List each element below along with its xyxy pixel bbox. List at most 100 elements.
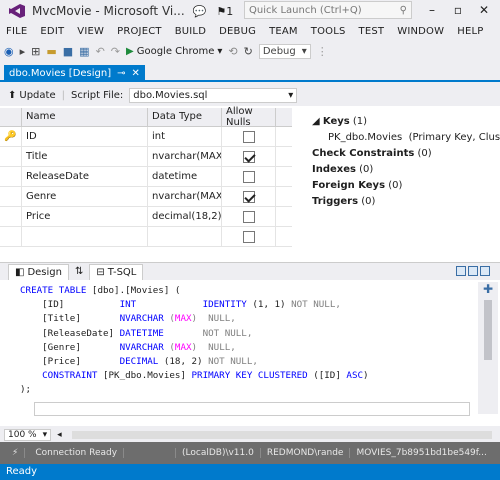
column-name-cell[interactable] <box>22 226 148 247</box>
keys-item[interactable]: ◢ Keys (1) <box>312 116 500 132</box>
tab-dbo-movies-design[interactable]: dbo.Movies [Design] ⊸ ✕ <box>4 65 145 82</box>
column-name-cell[interactable]: ReleaseDate <box>22 166 148 187</box>
menu-help[interactable]: HELP <box>457 26 483 37</box>
tab-design[interactable]: ◧ Design <box>8 263 69 280</box>
split-horizontal-icon[interactable] <box>468 266 478 276</box>
editor-horizontal-scrollbar[interactable] <box>71 431 492 439</box>
new-project-icon[interactable]: ⊞ <box>31 45 40 58</box>
expand-icon[interactable]: ◢ <box>312 116 320 127</box>
redo-icon[interactable]: ↷ <box>111 45 120 58</box>
foreign-keys-label: Foreign Keys <box>312 180 386 191</box>
toolbar-overflow-icon[interactable]: ⋮ <box>317 45 328 58</box>
zoom-bar: 100 % ▾ ◂ <box>0 428 500 442</box>
sql-line-2: [ID] INT IDENTITY (1, 1) NOT NULL, <box>20 299 341 311</box>
play-icon: ▶ <box>126 45 134 57</box>
sql-line-6: [Price] DECIMAL (18, 2) NOT NULL, <box>20 356 258 368</box>
data-type-cell[interactable]: datetime <box>148 166 222 187</box>
row-selector[interactable] <box>0 226 22 247</box>
table-row[interactable]: Title nvarchar(MAX) <box>0 146 292 167</box>
menu-project[interactable]: PROJECT <box>117 26 162 37</box>
triggers-item[interactable]: Triggers (0) <box>312 196 500 212</box>
split-vertical-icon[interactable] <box>456 266 466 276</box>
editor-vertical-scrollbar[interactable]: ✚ <box>478 282 498 414</box>
allow-nulls-checkbox[interactable] <box>242 170 255 183</box>
tsql-editor[interactable]: CREATE TABLE [dbo].[Movies] ( [ID] INT I… <box>0 282 476 402</box>
column-name-cell[interactable]: Price <box>22 206 148 227</box>
quick-launch-input[interactable]: Quick Launch (Ctrl+Q) ⚲ <box>244 1 412 19</box>
allow-nulls-checkbox[interactable] <box>242 190 255 203</box>
menu-debug[interactable]: DEBUG <box>219 26 256 37</box>
menu-view[interactable]: VIEW <box>77 26 104 37</box>
menu-window[interactable]: WINDOW <box>397 26 444 37</box>
swap-panes-button[interactable]: ⇅ <box>69 264 89 280</box>
view-layout-buttons <box>456 266 490 276</box>
allow-nulls-checkbox[interactable] <box>242 210 255 223</box>
check-constraints-item[interactable]: Check Constraints (0) <box>312 148 500 164</box>
table-row[interactable]: 🔑 ID int <box>0 126 292 147</box>
refresh-icon[interactable]: ↻ <box>244 45 253 58</box>
add-icon[interactable]: ✚ <box>478 282 498 296</box>
zoom-dropdown[interactable]: 100 % ▾ <box>4 429 52 441</box>
row-selector[interactable] <box>0 206 22 227</box>
row-selector[interactable] <box>0 186 22 207</box>
visual-studio-logo-icon <box>8 3 26 19</box>
data-type-cell[interactable]: nvarchar(MAX) <box>148 146 222 167</box>
collapse-pane-icon[interactable] <box>480 266 490 276</box>
row-header-corner <box>0 108 22 126</box>
table-row[interactable]: Genre nvarchar(MAX) <box>0 186 292 207</box>
menu-tools[interactable]: TOOLS <box>311 26 346 37</box>
sql-line-8: ); <box>20 384 32 396</box>
update-button[interactable]: ⬆ Update <box>8 90 56 101</box>
configuration-dropdown[interactable]: Debug ▾ <box>258 43 311 59</box>
menu-file[interactable]: FILE <box>6 26 27 37</box>
sql-line-5: [Genre] NVARCHAR (MAX) NULL, <box>20 341 236 353</box>
save-icon[interactable]: ■ <box>63 45 73 58</box>
column-header-allow-nulls[interactable]: Allow Nulls <box>222 106 276 128</box>
browser-link-icon[interactable]: ⟲ <box>228 45 237 58</box>
column-name-cell[interactable]: Genre <box>22 186 148 207</box>
foreign-keys-item[interactable]: Foreign Keys (0) <box>312 180 500 196</box>
undo-icon[interactable]: ↶ <box>96 45 105 58</box>
menu-team[interactable]: TEAM <box>269 26 298 37</box>
data-type-cell[interactable]: int <box>148 126 222 147</box>
row-selector[interactable] <box>0 166 22 187</box>
data-type-cell[interactable]: decimal(18,2) <box>148 206 222 227</box>
table-row[interactable]: ReleaseDate datetime <box>0 166 292 187</box>
menu-build[interactable]: BUILD <box>175 26 206 37</box>
allow-nulls-checkbox[interactable] <box>242 150 255 163</box>
row-selector[interactable] <box>0 146 22 167</box>
tab-tsql[interactable]: ⊟ T-SQL <box>89 263 144 280</box>
save-all-icon[interactable]: ▦ <box>79 45 89 58</box>
column-name-cell[interactable]: Title <box>22 146 148 167</box>
close-tab-icon[interactable]: ✕ <box>132 68 140 79</box>
column-name-cell[interactable]: ID <box>22 126 148 147</box>
table-row[interactable] <box>0 226 292 247</box>
menu-edit[interactable]: EDIT <box>40 26 64 37</box>
table-row[interactable]: Price decimal(18,2) <box>0 206 292 227</box>
primary-key-item[interactable]: PK_dbo.Movies (Primary Key, Clus <box>312 132 500 148</box>
allow-nulls-checkbox[interactable] <box>242 230 255 243</box>
minimize-button[interactable]: – <box>420 0 444 20</box>
open-file-icon[interactable]: ▬ <box>46 45 56 58</box>
data-type-cell[interactable]: nvarchar(MAX) <box>148 186 222 207</box>
allow-nulls-checkbox[interactable] <box>242 130 255 143</box>
data-type-cell[interactable] <box>148 226 222 247</box>
sql-bottom-field[interactable] <box>34 402 470 416</box>
menu-test[interactable]: TEST <box>359 26 385 37</box>
feedback-icon[interactable]: 💬 <box>193 5 207 18</box>
zoom-value: 100 % <box>8 430 37 440</box>
scroll-left-icon[interactable]: ◂ <box>57 430 62 440</box>
chevron-down-icon: ▾ <box>288 89 294 101</box>
start-debugging-button[interactable]: ▶ Google Chrome ▾ <box>126 46 222 57</box>
close-window-button[interactable]: ✕ <box>472 0 496 20</box>
column-header-data-type[interactable]: Data Type <box>148 108 222 126</box>
pin-icon[interactable]: ⊸ <box>117 68 125 79</box>
navigate-back-icon[interactable]: ◉ <box>4 45 14 58</box>
column-header-name[interactable]: Name <box>22 108 148 126</box>
maximize-button[interactable]: ▫ <box>446 0 470 20</box>
navigate-forward-icon[interactable]: ▸ <box>20 45 26 58</box>
script-file-dropdown[interactable]: dbo.Movies.sql ▾ <box>129 87 298 103</box>
scroll-thumb[interactable] <box>484 300 492 360</box>
indexes-item[interactable]: Indexes (0) <box>312 164 500 180</box>
notifications-button[interactable]: ⚑ 1 <box>216 5 233 18</box>
